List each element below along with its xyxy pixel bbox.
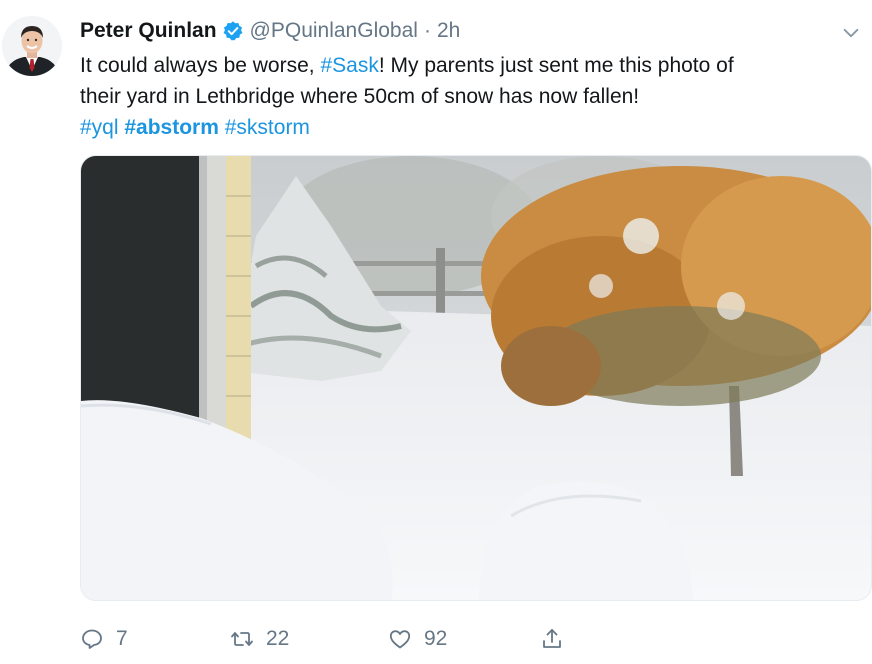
hashtag-link-sask[interactable]: #Sask	[320, 54, 378, 77]
separator-dot: ·	[423, 19, 431, 42]
tweet-text-segment: ! My parents just sent me this photo of	[378, 54, 734, 77]
user-handle[interactable]: @PQuinlanGlobal	[250, 19, 418, 43]
chevron-down-icon[interactable]	[840, 22, 862, 44]
reply-count: 7	[116, 627, 128, 650]
hashtag-link-skstorm[interactable]: #skstorm	[225, 116, 310, 139]
like-button[interactable]: 92	[388, 622, 447, 656]
tweet-photo[interactable]	[80, 155, 872, 601]
tweet-actions: 7 22 92	[80, 622, 640, 656]
hashtag-line: #yql #abstorm #skstorm	[80, 112, 860, 143]
reply-icon	[82, 629, 102, 649]
verified-badge-icon	[222, 20, 244, 42]
share-icon	[543, 629, 561, 648]
like-count: 92	[424, 627, 448, 650]
display-name[interactable]: Peter Quinlan	[80, 19, 217, 43]
retweet-icon	[231, 632, 253, 646]
tweet-header: Peter Quinlan @PQuinlanGlobal · 2h	[80, 17, 460, 45]
heart-icon	[389, 630, 411, 649]
share-button[interactable]	[540, 622, 576, 656]
retweet-button[interactable]: 22	[230, 622, 289, 656]
tweet-text: It could always be worse, #Sask! My pare…	[80, 50, 860, 143]
hashtag-link-abstorm[interactable]: #abstorm	[124, 116, 219, 139]
tweet-text-line-2: their yard in Lethbridge where 50cm of s…	[80, 85, 640, 108]
avatar[interactable]	[2, 16, 62, 76]
hashtag-link-yql[interactable]: #yql	[80, 116, 119, 139]
tweet-timestamp[interactable]: 2h	[437, 19, 460, 43]
retweet-count: 22	[266, 627, 290, 650]
tweet-card[interactable]: Peter Quinlan @PQuinlanGlobal · 2h It co…	[0, 0, 872, 664]
tweet-text-line-1: It could always be worse, #Sask! My pare…	[80, 50, 860, 81]
reply-button[interactable]: 7	[80, 622, 128, 656]
tweet-text-segment: It could always be worse,	[80, 54, 321, 77]
